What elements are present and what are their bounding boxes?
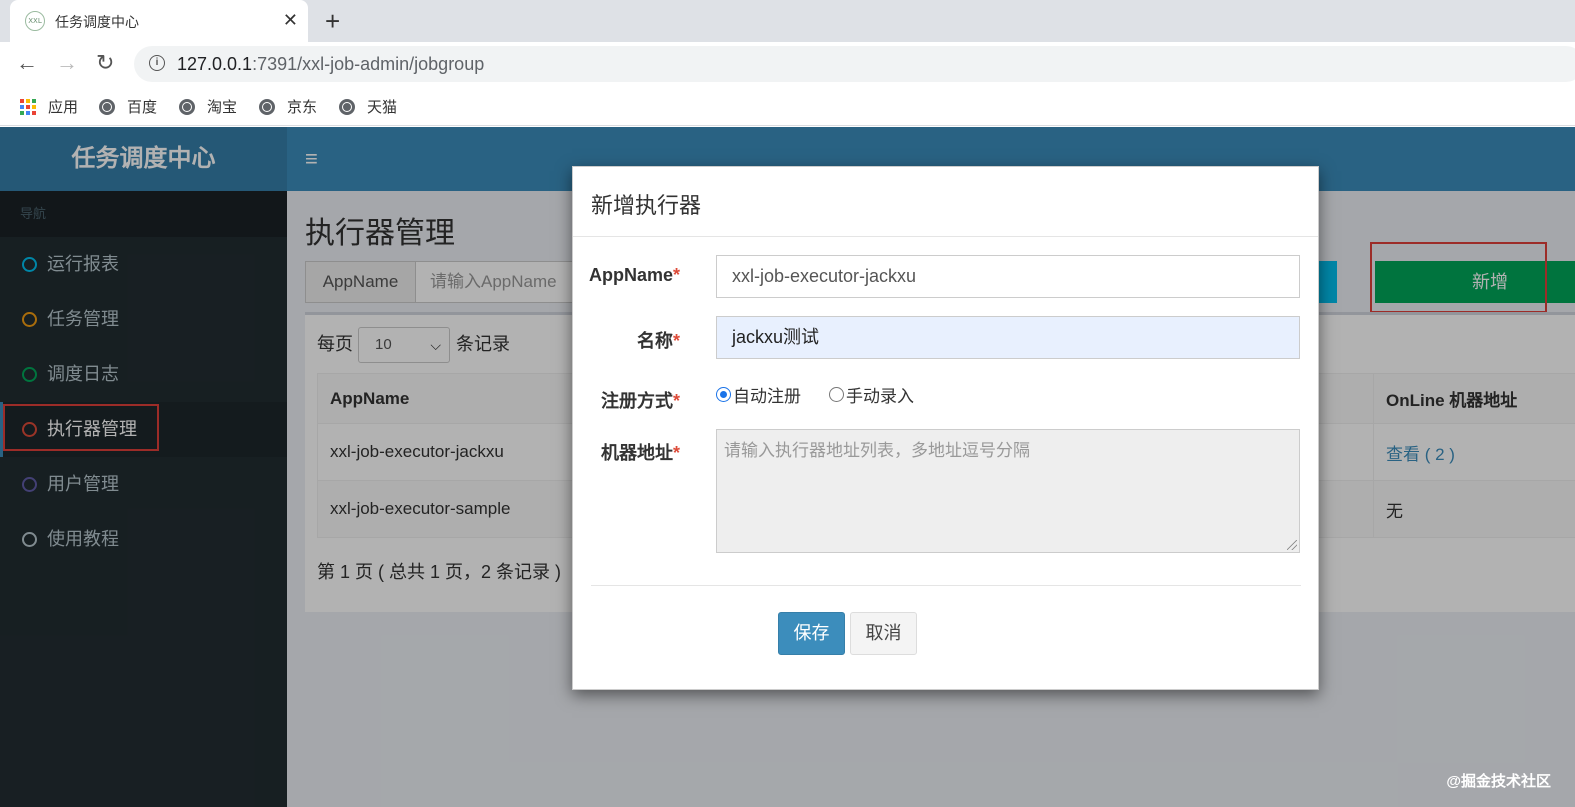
register-type-label: 注册方式* [575,387,680,413]
appname-label: AppName* [575,265,680,286]
url-path: :7391/xxl-job-admin/jobgroup [252,54,485,74]
address-label: 机器地址* [575,439,680,465]
bookmarks-bar: 应用 百度 淘宝 京东 天猫 [0,86,1575,126]
label-text: AppName [588,265,673,285]
globe-icon [179,98,195,115]
tab-title: 任务调度中心 [55,14,139,30]
cancel-button[interactable]: 取消 [850,612,917,655]
new-tab-button[interactable]: + [325,7,340,35]
apps-grid-icon [20,98,36,115]
divider [573,236,1318,237]
modal-title: 新增执行器 [591,193,702,218]
bookmark-label: 京东 [287,99,318,116]
save-button[interactable]: 保存 [778,612,845,655]
watermark: @掘金技术社区 [1446,773,1551,790]
appname-input[interactable]: xxl-job-executor-jackxu [716,255,1300,298]
browser-toolbar: ← → ↻ i 127.0.0.1:7391/xxl-job-admin/job… [0,42,1575,86]
globe-icon [259,98,275,115]
globe-icon [99,98,115,115]
address-placeholder: 请输入执行器地址列表，多地址逗号分隔 [724,441,1030,460]
divider [591,585,1301,586]
required-mark: * [672,331,680,351]
info-icon[interactable]: i [149,55,165,71]
radio-manual-entry[interactable] [829,387,844,402]
reload-icon[interactable]: ↻ [96,50,114,76]
bookmark-label: 应用 [48,99,79,116]
add-executor-modal: 新增执行器 AppName* xxl-job-executor-jackxu 名… [572,166,1319,690]
bookmark-label: 天猫 [367,99,398,116]
back-arrow-icon[interactable]: ← [16,50,38,76]
bookmark-baidu[interactable]: 百度 [99,96,157,117]
label-text: 机器地址 [600,443,673,463]
browser-tab[interactable]: XXL 任务调度中心 ✕ [10,0,308,42]
browser-tabstrip: XXL 任务调度中心 ✕ + [0,0,1575,42]
radio-manual-label[interactable]: 手动录入 [846,382,914,407]
name-label: 名称* [575,327,680,353]
resize-handle-icon[interactable] [1287,540,1297,550]
forward-arrow-icon[interactable]: → [56,50,78,76]
label-text: 名称 [636,331,673,351]
bookmark-taobao[interactable]: 淘宝 [179,96,237,117]
bookmark-label: 淘宝 [207,99,238,116]
required-mark: * [672,443,680,463]
radio-auto-register[interactable] [716,387,731,402]
bookmark-label: 百度 [127,99,158,116]
radio-auto-label[interactable]: 自动注册 [733,382,801,407]
url-host: 127.0.0.1 [177,54,253,74]
favicon-icon: XXL [25,11,45,31]
register-type-radios: 自动注册 手动录入 [716,382,914,407]
globe-icon [339,98,355,115]
bookmark-tmall[interactable]: 天猫 [339,96,397,117]
address-textarea[interactable]: 请输入执行器地址列表，多地址逗号分隔 [716,429,1300,553]
bookmark-apps[interactable]: 应用 [20,96,78,117]
required-mark: * [672,265,680,285]
close-icon[interactable]: ✕ [283,8,298,32]
label-text: 注册方式 [600,391,673,411]
required-mark: * [672,391,680,411]
address-bar[interactable]: i 127.0.0.1:7391/xxl-job-admin/jobgroup [134,46,1575,82]
url-text[interactable]: 127.0.0.1:7391/xxl-job-admin/jobgroup [177,54,484,75]
name-input[interactable]: jackxu测试 [716,316,1300,359]
bookmark-jd[interactable]: 京东 [259,96,317,117]
